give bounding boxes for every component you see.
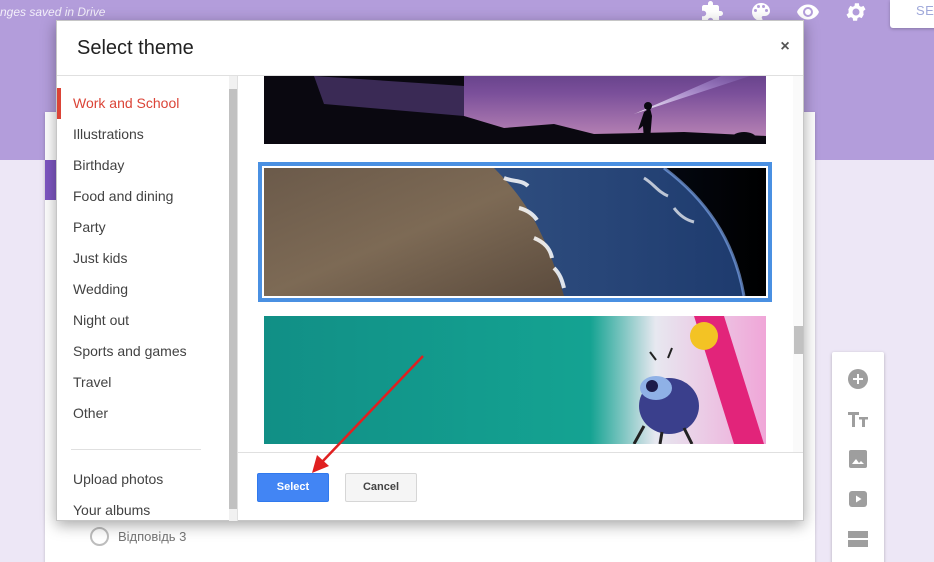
category-night-out[interactable]: Night out — [57, 305, 229, 336]
close-icon[interactable]: × — [775, 37, 795, 57]
teal-insect-image[interactable] — [264, 316, 766, 444]
section-icon[interactable] — [846, 527, 870, 551]
category-birthday[interactable]: Birthday — [57, 150, 229, 181]
send-button[interactable]: SE — [890, 0, 934, 28]
category-illustrations[interactable]: Illustrations — [57, 119, 229, 150]
footer-divider — [238, 452, 803, 453]
category-just-kids[interactable]: Just kids — [57, 243, 229, 274]
category-food-and-dining[interactable]: Food and dining — [57, 181, 229, 212]
video-icon[interactable] — [846, 487, 870, 511]
option-label: Відповідь 3 — [118, 529, 187, 544]
category-wedding[interactable]: Wedding — [57, 274, 229, 305]
cancel-button[interactable]: Cancel — [345, 473, 417, 502]
upload-photos-link[interactable]: Upload photos — [57, 464, 229, 495]
select-theme-dialog: Select theme × Work and School Illustrat… — [56, 20, 804, 521]
night-sky-flashlight-image[interactable] — [264, 76, 766, 144]
send-label: SE — [916, 3, 934, 18]
theme-scrollbar-track[interactable] — [793, 76, 803, 452]
category-work-and-school[interactable]: Work and School — [57, 88, 229, 119]
category-sports-and-games[interactable]: Sports and games — [57, 336, 229, 367]
save-status: nges saved in Drive — [0, 5, 106, 19]
category-list: Work and School Illustrations Birthday F… — [57, 76, 229, 521]
category-travel[interactable]: Travel — [57, 367, 229, 398]
side-toolbar — [832, 352, 884, 562]
theme-gallery — [238, 76, 793, 452]
select-button[interactable]: Select — [257, 473, 329, 502]
gear-icon[interactable] — [844, 0, 868, 24]
radio-button[interactable] — [90, 527, 109, 546]
your-albums-link[interactable]: Your albums — [57, 495, 229, 521]
add-question-icon[interactable] — [846, 367, 870, 391]
category-divider — [71, 449, 201, 450]
category-other[interactable]: Other — [57, 398, 229, 429]
category-scrollbar-thumb[interactable] — [229, 89, 237, 509]
category-party[interactable]: Party — [57, 212, 229, 243]
image-icon[interactable] — [846, 447, 870, 471]
title-text-icon[interactable] — [846, 407, 870, 431]
dialog-title: Select theme — [77, 37, 194, 59]
earth-from-space-image[interactable] — [258, 162, 772, 302]
theme-scrollbar-thumb[interactable] — [794, 326, 803, 354]
